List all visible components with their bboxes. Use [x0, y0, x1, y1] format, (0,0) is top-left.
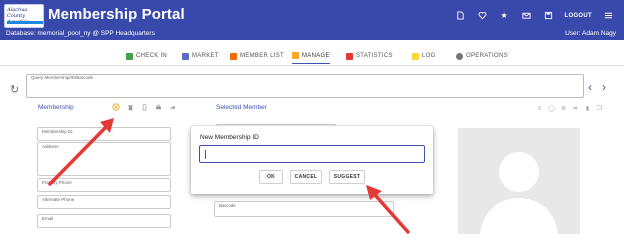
share-icon[interactable]: [168, 103, 176, 111]
membership-id-field[interactable]: Membership ID: [37, 127, 171, 141]
alternate-phone-field[interactable]: Alternate Phone: [37, 195, 171, 209]
barcode-field[interactable]: Barcode: [214, 201, 394, 217]
field-label: Address: [42, 144, 59, 149]
ok-button[interactable]: OK: [259, 170, 283, 184]
database-info: Database: memorial_pool_ny @ SPP Headqua…: [6, 30, 155, 37]
tab-label: MARKET: [192, 53, 219, 59]
field-label: Primary Phone: [42, 180, 72, 185]
refresh-icon[interactable]: ↻: [10, 83, 19, 96]
note-icon: [412, 52, 419, 60]
tab-label: MEMBER LIST: [240, 53, 284, 59]
query-label: Query Membership/ID/Barcode: [31, 75, 94, 80]
field-label: Barcode: [219, 203, 236, 208]
field-label: Alternate Phone: [42, 197, 75, 202]
dialog-title: New Membership ID: [200, 134, 259, 141]
delete-icon[interactable]: ▮: [584, 105, 591, 112]
check-circle-icon[interactable]: ◯: [548, 105, 555, 112]
share-icon[interactable]: ➦: [572, 105, 579, 112]
document-icon[interactable]: [455, 10, 466, 21]
tab-label: LOG: [422, 53, 436, 59]
tab-log[interactable]: LOG: [412, 48, 436, 64]
app-header: Alachua County Aquatics Membership Porta…: [0, 0, 624, 40]
previous-icon[interactable]: ‹: [588, 80, 592, 94]
phone-icon[interactable]: [140, 103, 148, 111]
heart-icon[interactable]: [477, 10, 488, 21]
mail-icon[interactable]: [521, 10, 532, 21]
header-actions: ★ LOGOUT: [455, 10, 614, 21]
next-icon[interactable]: ›: [602, 80, 606, 94]
tab-check-in[interactable]: CHECK IN: [126, 48, 167, 64]
tab-manage[interactable]: MANAGE: [292, 48, 330, 64]
add-membership-icon[interactable]: [112, 103, 120, 111]
print-icon[interactable]: [154, 103, 162, 111]
app-title: Membership Portal: [48, 6, 185, 23]
new-membership-id-dialog: New Membership ID OK CANCEL SUGGEST: [191, 126, 433, 194]
save-icon[interactable]: [543, 10, 554, 21]
main-tabs: CHECK IN MARKET MEMBER LIST MANAGE STATI…: [0, 44, 624, 66]
address-field[interactable]: Address: [37, 142, 171, 176]
avatar: [480, 152, 558, 234]
primary-phone-field[interactable]: Primary Phone: [37, 178, 171, 192]
tab-member-list[interactable]: MEMBER LIST: [230, 48, 284, 64]
list-add-icon[interactable]: ≡: [536, 105, 543, 112]
selected-member-title: Selected Member: [216, 104, 267, 111]
membership-panel-title: Membership: [38, 104, 74, 111]
field-label: Email: [42, 216, 54, 221]
chart-icon: [346, 52, 353, 60]
new-membership-id-input[interactable]: [199, 145, 425, 163]
logout-button[interactable]: LOGOUT: [565, 13, 592, 19]
field-label: Membership ID: [42, 129, 73, 134]
email-field[interactable]: Email: [37, 214, 171, 228]
tab-market[interactable]: MARKET: [182, 48, 219, 64]
tab-label: CHECK IN: [136, 53, 168, 59]
cancel-button[interactable]: CANCEL: [290, 170, 322, 184]
copy-icon[interactable]: ❐: [596, 105, 603, 112]
member-photo-placeholder: [458, 128, 580, 234]
user-info: User: Adam Nagy: [565, 30, 616, 37]
cart-icon: [182, 52, 189, 60]
list-icon: [230, 52, 237, 60]
suggest-button[interactable]: SUGGEST: [329, 170, 365, 184]
menu-icon[interactable]: [603, 10, 614, 21]
tab-label: OPERATIONS: [466, 53, 508, 59]
add-circle-icon[interactable]: ⊕: [560, 105, 567, 112]
gear-icon: [456, 52, 463, 60]
star-icon[interactable]: ★: [499, 10, 510, 21]
tab-label: MANAGE: [302, 52, 330, 59]
delete-icon[interactable]: [126, 103, 134, 111]
edit-icon: [292, 52, 299, 59]
tab-operations[interactable]: OPERATIONS: [456, 48, 508, 64]
member-toolbar: ≡ ◯ ⊕ ➦ ▮ ❐: [536, 105, 603, 113]
record-navigation: ‹ ›: [588, 80, 606, 94]
membership-toolbar: [112, 103, 176, 111]
tab-label: STATISTICS: [356, 53, 393, 59]
tab-statistics[interactable]: STATISTICS: [346, 48, 393, 64]
membership-query-input[interactable]: Query Membership/ID/Barcode: [26, 74, 584, 98]
check-icon: [126, 52, 133, 60]
app-logo: Alachua County Aquatics: [4, 4, 44, 28]
text-caret: [205, 150, 206, 159]
